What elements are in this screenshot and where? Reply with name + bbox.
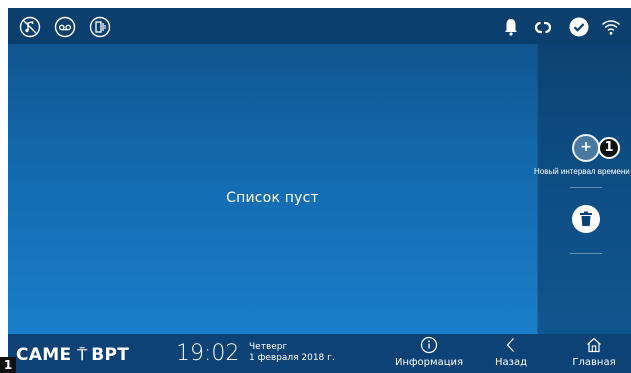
wifi-icon [600, 16, 622, 38]
delete-button[interactable] [572, 205, 600, 233]
nav-home-button[interactable]: Главная [563, 334, 625, 373]
back-chevron-icon [506, 338, 514, 352]
brand-came: CAME [16, 345, 72, 365]
figure-number: 1 [0, 357, 16, 373]
empty-list-message: Список пуст [226, 190, 319, 206]
add-time-interval-label: Новый интервал времени [534, 167, 630, 176]
plus-icon: + [580, 139, 592, 155]
brand-bpt: BPT [91, 345, 130, 365]
status-bar [8, 8, 631, 44]
home-icon [587, 337, 601, 353]
date: 1 февраля 2018 г. [249, 353, 335, 363]
divider [570, 187, 602, 188]
door-intercom-icon[interactable] [89, 16, 111, 38]
nav-home-label: Главная [572, 357, 616, 368]
side-panel: + 1 Новый интервал времени [534, 44, 631, 334]
bottom-bar: CAME ⍑ BPT 19:02 Четверг 1 февраля 2018 г.… [8, 334, 631, 373]
voicemail-icon[interactable] [54, 16, 76, 38]
callout-marker: 1 [598, 137, 620, 159]
screen: Список пуст + 1 Новый интервал времени C… [8, 8, 631, 373]
nav-info-label: Информация [394, 357, 464, 368]
trash-icon [579, 211, 593, 227]
nav-info-button[interactable]: Информация [388, 334, 470, 373]
nav-back-label: Назад [494, 357, 527, 368]
brand-logo: CAME ⍑ BPT [16, 345, 129, 365]
divider [570, 253, 602, 254]
nav-back-button[interactable]: Назад [483, 334, 539, 373]
clock: 19:02 [176, 341, 240, 366]
weekday: Четверг [249, 342, 288, 352]
date-block: Четверг 1 февраля 2018 г. [249, 342, 335, 364]
list-area: Список пуст [8, 44, 537, 334]
brand-symbol-icon: ⍑ [77, 345, 88, 364]
link-icon [532, 16, 554, 38]
music-off-icon[interactable] [19, 16, 41, 38]
add-time-interval-button[interactable]: + [572, 134, 600, 162]
check-circle-icon [568, 16, 590, 38]
info-icon [420, 336, 438, 354]
bell-icon [500, 16, 522, 38]
